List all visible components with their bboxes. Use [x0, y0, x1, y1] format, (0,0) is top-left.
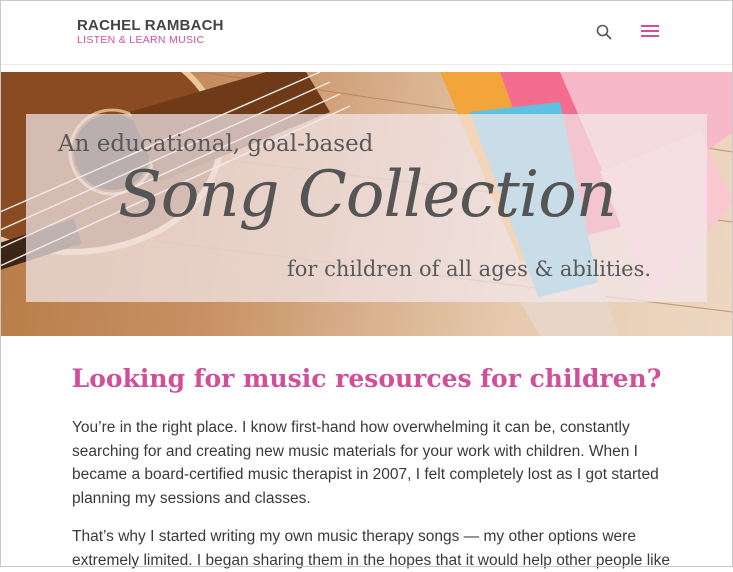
- hero-title: Song Collection: [118, 158, 617, 232]
- search-icon: [596, 24, 612, 40]
- intro-paragraph: You’re in the right place. I know first-…: [72, 419, 659, 507]
- section-heading: Looking for music resources for children…: [71, 364, 662, 393]
- search-button[interactable]: [596, 24, 612, 40]
- hero-subtitle-bottom: for children of all ages & abilities.: [287, 257, 652, 281]
- logo-name: RACHEL RAMBACH: [77, 17, 224, 34]
- logo-tagline: LISTEN & LEARN MUSIC: [77, 34, 205, 46]
- hero-subtitle-top: An educational, goal-based: [58, 131, 374, 157]
- second-paragraph: That’s why I started writing my own musi…: [72, 528, 670, 569]
- hamburger-menu-icon: [641, 25, 659, 37]
- site-header: RACHEL RAMBACH LISTEN & LEARN MUSIC: [0, 0, 733, 65]
- menu-button[interactable]: [641, 23, 659, 39]
- site-logo[interactable]: RACHEL RAMBACH LISTEN & LEARN MUSIC: [77, 18, 224, 46]
